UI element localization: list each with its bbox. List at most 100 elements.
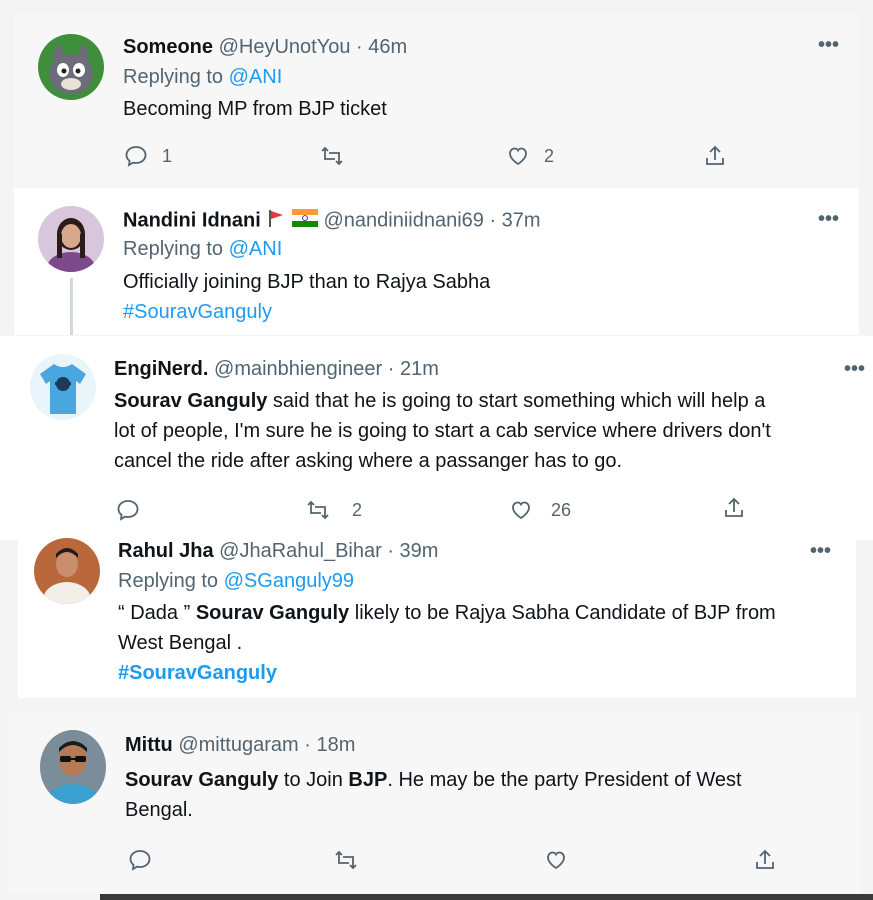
more-options-button[interactable]: ••• bbox=[818, 34, 839, 57]
avatar[interactable] bbox=[40, 730, 106, 804]
like-button[interactable]: 2 bbox=[506, 144, 554, 168]
avatar[interactable] bbox=[38, 206, 104, 272]
retweet-icon bbox=[307, 500, 329, 520]
handle[interactable]: @nandiniidnani69 bbox=[323, 209, 483, 231]
avatar[interactable] bbox=[30, 354, 96, 420]
tweet-text-line: . He may be the party President of West bbox=[387, 769, 742, 791]
replying-to: Replying to @SGanguly99 bbox=[118, 570, 354, 593]
timestamp[interactable]: · 18m bbox=[304, 734, 355, 756]
timestamp[interactable]: · 21m bbox=[388, 358, 439, 380]
cartoon-cat-avatar-icon bbox=[38, 34, 104, 100]
tweet-text: Sourav Ganguly to Join BJP. He may be th… bbox=[125, 765, 742, 825]
bold-name: Sourav Ganguly bbox=[195, 602, 350, 624]
like-count: 26 bbox=[551, 499, 572, 520]
share-icon bbox=[725, 497, 743, 517]
share-button[interactable] bbox=[722, 496, 746, 520]
mention-link[interactable]: @ANI bbox=[229, 66, 283, 88]
red-flag-icon bbox=[266, 208, 286, 234]
blue-tshirt-avatar-icon bbox=[30, 354, 96, 420]
display-name[interactable]: Nandini Idnani bbox=[123, 209, 261, 231]
hashtag-link[interactable]: #SouravGanguly bbox=[123, 297, 490, 327]
bottom-edge bbox=[100, 894, 873, 900]
mention-link[interactable]: @ANI bbox=[229, 238, 283, 260]
tweet-header: Someone @HeyUnotYou · 46m bbox=[123, 36, 407, 59]
replying-to: Replying to @ANI bbox=[123, 238, 282, 261]
tweet-text: Becoming MP from BJP ticket bbox=[123, 94, 387, 124]
retweet-button[interactable]: 2 bbox=[306, 498, 362, 522]
tweet-card-1[interactable]: Someone @HeyUnotYou · 46m ••• Replying t… bbox=[14, 14, 859, 186]
display-name[interactable]: Someone bbox=[123, 36, 213, 58]
handle[interactable]: @mainbhiengineer bbox=[214, 358, 382, 380]
tweet-text: Sourav Ganguly said that he is going to … bbox=[114, 386, 771, 476]
timestamp[interactable]: · 46m bbox=[356, 36, 407, 58]
like-button[interactable] bbox=[544, 848, 568, 872]
share-icon bbox=[756, 849, 774, 869]
tweet-text-line: lot of people, I'm sure he is going to s… bbox=[114, 420, 771, 442]
tweet-text-content: Becoming MP from BJP ticket bbox=[123, 98, 387, 120]
bold-name: Sourav Ganguly bbox=[114, 390, 268, 412]
heart-icon bbox=[547, 851, 565, 870]
timestamp[interactable]: · 37m bbox=[489, 209, 540, 231]
tweet-header: EngiNerd. @mainbhiengineer · 21m bbox=[114, 358, 439, 381]
reply-button[interactable]: 1 bbox=[124, 144, 172, 168]
display-name[interactable]: Rahul Jha bbox=[118, 540, 214, 562]
man-sunglasses-avatar-icon bbox=[40, 730, 106, 804]
more-options-button[interactable]: ••• bbox=[810, 540, 831, 563]
more-options-button[interactable]: ••• bbox=[844, 358, 865, 381]
bold-party: BJP bbox=[348, 769, 388, 791]
tweet-card-5[interactable]: Mittu @mittugaram · 18m Sourav Ganguly t… bbox=[8, 712, 860, 894]
tweet-text-line: Bengal. bbox=[125, 799, 193, 821]
replying-label: Replying to bbox=[123, 238, 224, 260]
retweet-button[interactable] bbox=[334, 848, 358, 872]
display-name[interactable]: EngiNerd. bbox=[114, 358, 208, 380]
bold-name: Sourav Ganguly bbox=[125, 769, 279, 791]
heart-icon bbox=[509, 147, 527, 166]
tweet-text: “ Dada ” Sourav Ganguly likely to be Raj… bbox=[118, 598, 776, 688]
tweet-card-3[interactable]: EngiNerd. @mainbhiengineer · 21m ••• Sou… bbox=[0, 336, 873, 540]
mention-link[interactable]: @SGanguly99 bbox=[224, 570, 354, 592]
tweet-text-line: West Bengal . bbox=[118, 632, 243, 654]
india-flag-icon bbox=[291, 209, 318, 233]
like-button[interactable]: 26 bbox=[509, 498, 571, 522]
retweet-icon bbox=[335, 850, 357, 870]
retweet-button[interactable] bbox=[320, 144, 344, 168]
share-icon bbox=[706, 145, 724, 165]
reply-icon bbox=[125, 146, 147, 167]
tweet-card-4[interactable]: Rahul Jha @JhaRahul_Bihar · 39m ••• Repl… bbox=[18, 528, 856, 698]
avatar[interactable] bbox=[38, 34, 104, 100]
share-button[interactable] bbox=[703, 144, 727, 168]
more-options-button[interactable]: ••• bbox=[818, 208, 839, 231]
quote-text: “ Dada ” bbox=[118, 602, 196, 624]
tweet-text-line: cancel the ride after asking where a pas… bbox=[114, 450, 623, 472]
tweet-text-line: to Join bbox=[278, 769, 349, 791]
man-photo-avatar-icon bbox=[34, 538, 100, 604]
handle[interactable]: @mittugaram bbox=[178, 734, 298, 756]
heart-icon bbox=[512, 501, 530, 520]
replying-label: Replying to bbox=[118, 570, 219, 592]
share-button[interactable] bbox=[753, 848, 777, 872]
reply-count: 1 bbox=[162, 145, 173, 166]
display-name[interactable]: Mittu bbox=[125, 734, 173, 756]
timestamp[interactable]: · 39m bbox=[387, 540, 438, 562]
reply-icon bbox=[129, 850, 151, 871]
tweet-header: Nandini Idnani @nandiniidnani69 · 37m bbox=[123, 208, 541, 234]
replying-to: Replying to @ANI bbox=[123, 66, 282, 89]
tweet-text: Officially joining BJP than to Rajya Sab… bbox=[123, 267, 490, 327]
handle[interactable]: @JhaRahul_Bihar bbox=[219, 540, 382, 562]
tweet-text-line: likely to be Rajya Sabha Candidate of BJ… bbox=[349, 602, 776, 624]
reply-button[interactable] bbox=[128, 848, 152, 872]
tweet-header: Mittu @mittugaram · 18m bbox=[125, 734, 355, 757]
reply-icon bbox=[117, 500, 139, 521]
woman-photo-avatar-icon bbox=[38, 206, 104, 272]
tweet-text-content: Officially joining BJP than to Rajya Sab… bbox=[123, 271, 491, 293]
tweet-card-2[interactable]: Nandini Idnani @nandiniidnani69 · 37m ••… bbox=[14, 188, 859, 335]
tweet-header: Rahul Jha @JhaRahul_Bihar · 39m bbox=[118, 540, 438, 563]
avatar[interactable] bbox=[34, 538, 100, 604]
like-count: 2 bbox=[544, 145, 555, 166]
thread-connector bbox=[70, 278, 73, 335]
replying-label: Replying to bbox=[123, 66, 224, 88]
hashtag-link[interactable]: #SouravGanguly bbox=[118, 658, 776, 688]
tweet-text-line: said that he is going to start something… bbox=[267, 390, 766, 412]
handle[interactable]: @HeyUnotYou bbox=[219, 36, 351, 58]
reply-button[interactable] bbox=[116, 498, 154, 522]
